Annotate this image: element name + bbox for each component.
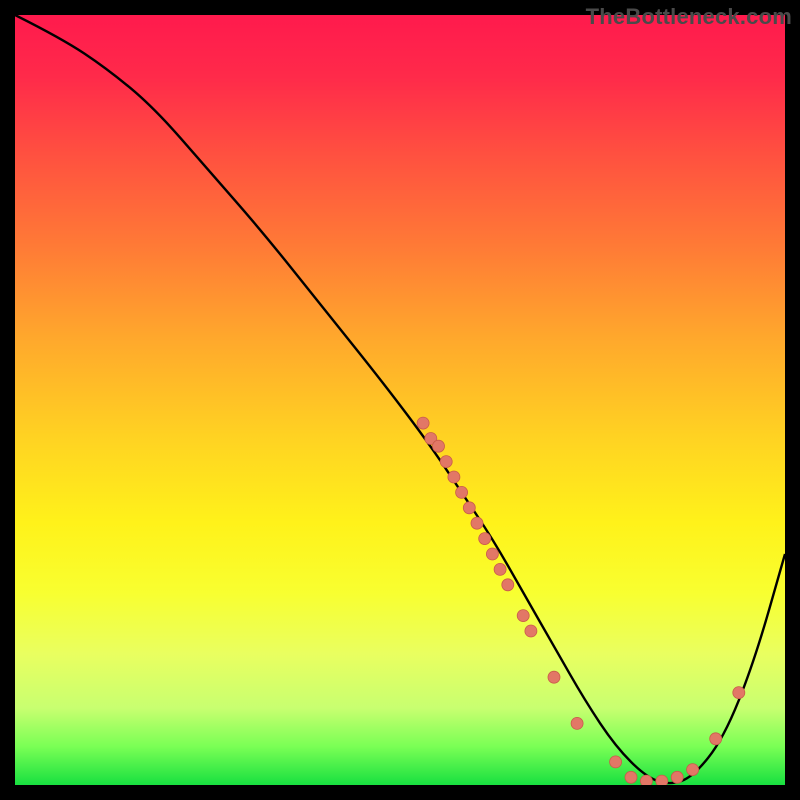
data-marker [471,517,483,529]
watermark-text: TheBottleneck.com [586,4,792,30]
data-marker [517,610,529,622]
data-marker [733,687,745,699]
data-marker [687,764,699,776]
data-marker [433,440,445,452]
marker-group [417,417,745,785]
curve-layer [15,15,785,785]
data-marker [448,471,460,483]
bottleneck-curve-path [15,15,785,783]
data-marker [548,671,560,683]
data-marker [610,756,622,768]
data-marker [710,733,722,745]
data-marker [463,502,475,514]
data-marker [640,775,652,785]
data-marker [502,579,514,591]
chart-frame: TheBottleneck.com [0,0,800,800]
data-marker [625,771,637,783]
data-marker [494,563,506,575]
data-marker [417,417,429,429]
plot-area [15,15,785,785]
data-marker [671,771,683,783]
data-marker [525,625,537,637]
data-marker [479,533,491,545]
data-marker [440,456,452,468]
data-marker [656,775,668,785]
data-marker [571,717,583,729]
data-marker [456,486,468,498]
data-marker [486,548,498,560]
